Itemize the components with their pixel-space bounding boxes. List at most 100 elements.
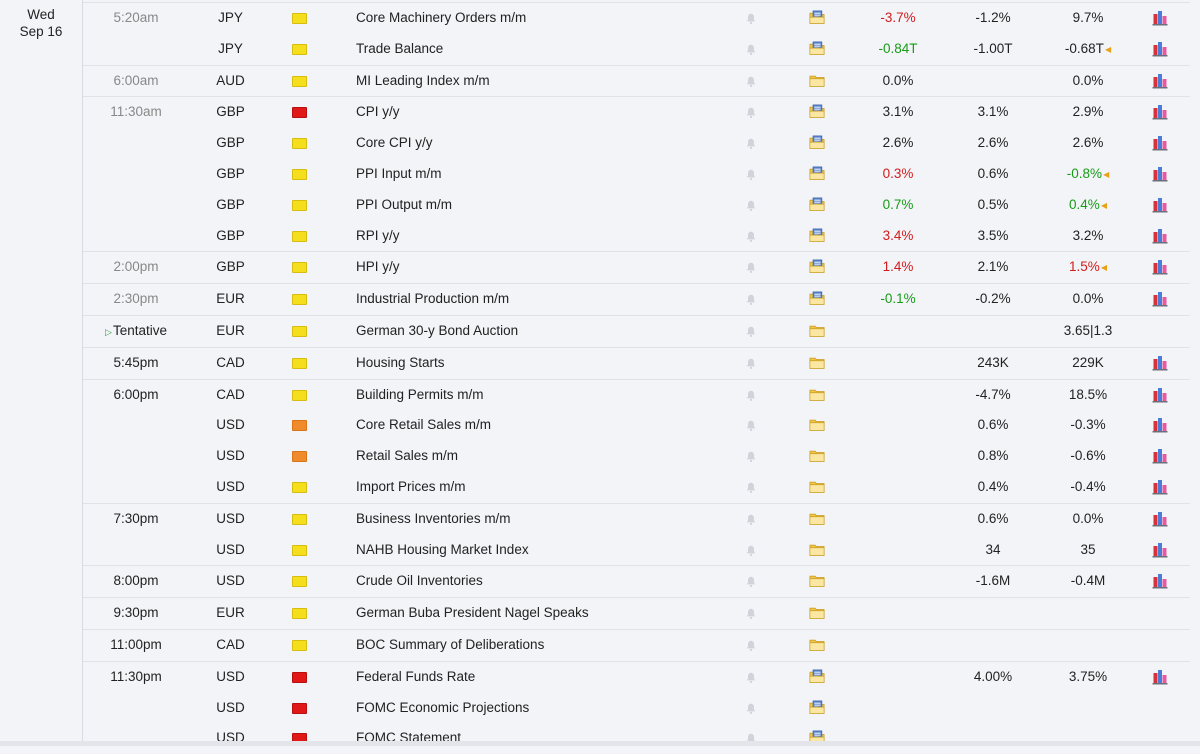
bell-icon[interactable] [744,325,758,339]
bell-icon[interactable] [744,199,758,213]
event-row[interactable]: 5:20am JPY Core Machinery Orders m/m -3.7% -… [83,2,1190,34]
impact-folder-icon[interactable] [292,13,307,24]
folder-icon[interactable] [808,259,826,275]
folder-icon[interactable] [808,355,826,371]
folder-icon[interactable] [808,323,826,339]
event-title[interactable]: Business Inventories m/m [356,504,736,535]
event-title[interactable]: Building Permits m/m [356,380,736,411]
graph-icon[interactable] [1151,103,1169,121]
impact-folder-icon[interactable] [292,107,307,119]
event-title[interactable]: German 30-y Bond Auction [356,316,736,347]
event-title[interactable]: BOC Summary of Deliberations [356,630,736,661]
graph-icon[interactable] [1151,258,1169,276]
event-title[interactable]: Crude Oil Inventories [356,566,736,597]
folder-icon[interactable] [808,605,826,621]
folder-icon[interactable] [808,228,826,244]
bell-icon[interactable] [744,12,758,26]
bell-icon[interactable] [744,357,758,371]
bell-icon[interactable] [744,75,758,89]
event-title[interactable]: Industrial Production m/m [356,284,736,315]
graph-icon[interactable] [1151,541,1169,559]
event-row[interactable]: GBP PPI Output m/m 0.7% 0.5% 0.4%◀ [83,190,1190,221]
graph-icon[interactable] [1151,9,1169,27]
event-title[interactable]: PPI Output m/m [356,190,736,221]
graph-icon[interactable] [1151,354,1169,372]
bell-icon[interactable] [744,43,758,57]
event-title[interactable]: German Buba President Nagel Speaks [356,598,736,629]
event-title[interactable]: Trade Balance [356,34,736,65]
bell-icon[interactable] [744,702,758,716]
event-title[interactable]: RPI y/y [356,221,736,252]
impact-folder-icon[interactable] [292,43,307,55]
impact-folder-icon[interactable] [292,168,307,180]
revision-arrow-icon[interactable]: ◀ [1101,263,1107,272]
bell-icon[interactable] [744,639,758,653]
graph-icon[interactable] [1151,572,1169,590]
folder-icon[interactable] [808,10,826,26]
event-row[interactable]: 9:30pm EUR German Buba President Nagel Spe… [83,597,1190,629]
event-row[interactable]: USD NAHB Housing Market Index 34 35 [83,535,1190,566]
event-title[interactable]: NAHB Housing Market Index [356,535,736,566]
event-title[interactable]: Core Retail Sales m/m [356,410,736,441]
impact-folder-icon[interactable] [292,639,307,651]
bell-icon[interactable] [744,261,758,275]
event-row[interactable]: 7:30pm USD Business Inventories m/m 0.6% 0.0… [83,502,1190,535]
folder-icon[interactable] [808,448,826,464]
revision-arrow-icon[interactable]: ◀ [1101,201,1107,210]
impact-folder-icon[interactable] [292,513,307,525]
impact-folder-icon[interactable] [292,671,307,683]
impact-folder-icon[interactable] [292,702,307,714]
graph-icon[interactable] [1151,386,1169,404]
bell-icon[interactable] [744,168,758,182]
graph-icon[interactable] [1151,447,1169,465]
impact-folder-icon[interactable] [292,389,307,401]
event-row[interactable]: GBP PPI Input m/m 0.3% 0.6% -0.8%◀ [83,159,1190,190]
revision-arrow-icon[interactable]: ◀ [1105,45,1111,54]
folder-icon[interactable] [808,700,826,716]
event-row[interactable]: 6:00am AUD MI Leading Index m/m 0.0% 0.0% [83,64,1190,97]
bell-icon[interactable] [744,106,758,120]
event-row[interactable]: USD FOMC Economic Projections [83,693,1190,724]
revision-arrow-icon[interactable]: ◀ [1103,170,1109,179]
graph-icon[interactable] [1151,196,1169,214]
bell-icon[interactable] [744,575,758,589]
graph-icon[interactable] [1151,165,1169,183]
impact-folder-icon[interactable] [292,481,307,493]
folder-icon[interactable] [808,573,826,589]
impact-folder-icon[interactable] [292,608,307,620]
impact-folder-icon[interactable] [292,451,307,463]
impact-folder-icon[interactable] [292,325,307,337]
folder-icon[interactable] [808,479,826,495]
event-title[interactable]: MI Leading Index m/m [356,66,736,97]
event-row[interactable]: 11:30am GBP CPI y/y 3.1% 3.1% 2.9% [83,96,1190,128]
event-title[interactable]: Federal Funds Rate [356,662,736,693]
graph-icon[interactable] [1151,72,1169,90]
event-title[interactable]: FOMC Statement [356,723,736,754]
folder-icon[interactable] [808,669,826,685]
event-row[interactable]: USD Retail Sales m/m 0.8% -0.6% [83,441,1190,472]
graph-icon[interactable] [1151,668,1169,686]
impact-folder-icon[interactable] [292,230,307,242]
event-row[interactable]: 11:00pm CAD BOC Summary of Deliberations [83,628,1190,661]
impact-folder-icon[interactable] [292,262,307,274]
impact-folder-icon[interactable] [292,357,307,369]
graph-icon[interactable] [1151,227,1169,245]
event-row[interactable]: USD FOMC Statement [83,723,1190,754]
impact-folder-icon[interactable] [292,75,307,87]
graph-icon[interactable] [1151,510,1169,528]
folder-icon[interactable] [808,166,826,182]
bell-icon[interactable] [744,513,758,527]
graph-icon[interactable] [1151,134,1169,152]
bell-icon[interactable] [744,230,758,244]
bell-icon[interactable] [744,450,758,464]
event-row[interactable]: USD Core Retail Sales m/m 0.6% -0.3% [83,410,1190,441]
folder-icon[interactable] [808,73,826,89]
graph-icon[interactable] [1151,478,1169,496]
event-title[interactable]: PPI Input m/m [356,159,736,190]
event-row[interactable]: GBP Core CPI y/y 2.6% 2.6% 2.6% [83,128,1190,159]
graph-icon[interactable] [1151,416,1169,434]
folder-icon[interactable] [808,197,826,213]
bell-icon[interactable] [744,419,758,433]
impact-folder-icon[interactable] [292,199,307,211]
graph-icon[interactable] [1151,290,1169,308]
